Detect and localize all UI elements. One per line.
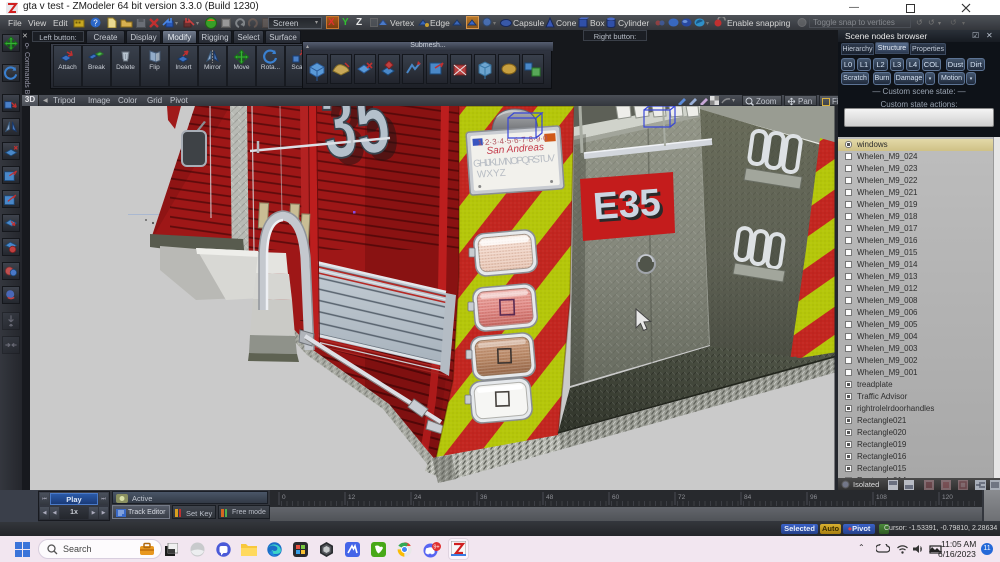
svg-text:WXYZ: WXYZ <box>477 168 507 181</box>
svg-text:?: ? <box>93 19 98 28</box>
svg-text:9+: 9+ <box>433 545 439 551</box>
svg-text:35: 35 <box>316 106 395 179</box>
svg-text:E35: E35 <box>592 182 662 229</box>
